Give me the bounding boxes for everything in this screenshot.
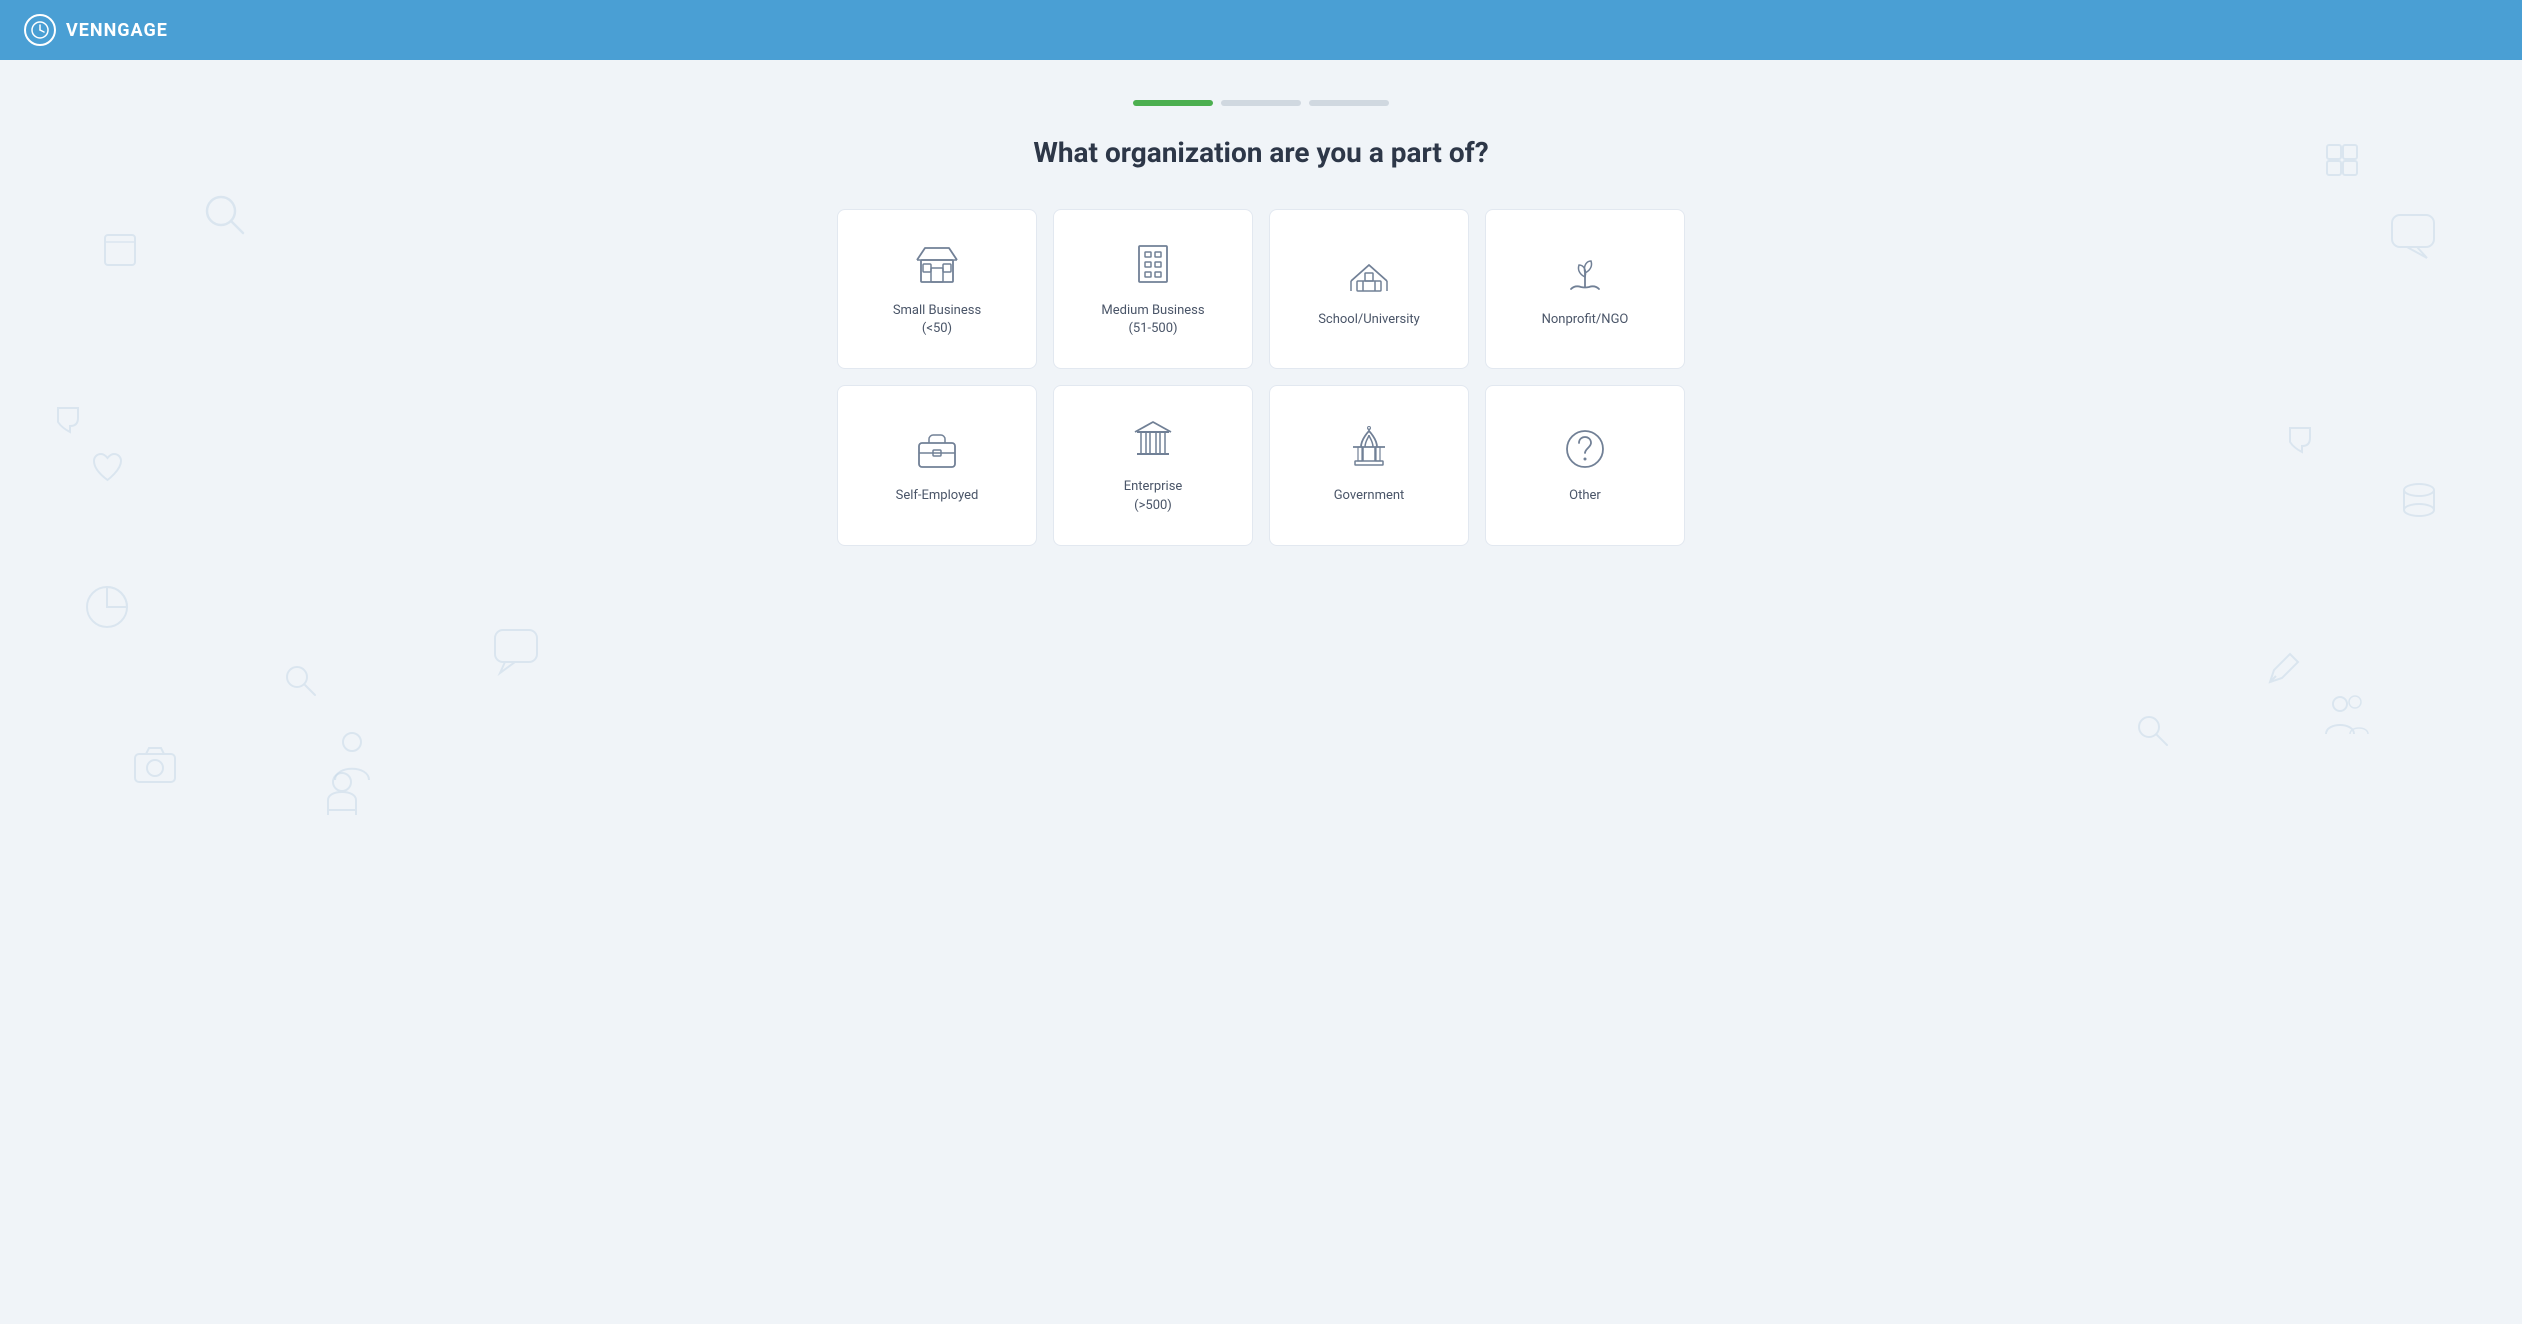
briefcase-icon <box>913 425 961 473</box>
main-content: What organization are you a part of? Sma… <box>0 60 2522 1324</box>
progress-segment-2 <box>1221 100 1301 106</box>
building-icon <box>1129 240 1177 288</box>
option-medium-business-label: Medium Business(51-500) <box>1101 302 1204 338</box>
option-small-business[interactable]: Small Business(<50) <box>837 209 1037 369</box>
option-government-label: Government <box>1334 487 1405 505</box>
option-school-university[interactable]: School/University <box>1269 209 1469 369</box>
option-enterprise[interactable]: Enterprise(>500) <box>1053 385 1253 545</box>
progress-bar <box>1133 100 1389 106</box>
option-other[interactable]: Other <box>1485 385 1685 545</box>
store-icon <box>913 240 961 288</box>
option-self-employed-label: Self-Employed <box>896 487 979 505</box>
option-small-business-label: Small Business(<50) <box>893 302 981 338</box>
app-header: VENNGAGE <box>0 0 2522 60</box>
option-enterprise-label: Enterprise(>500) <box>1124 478 1183 514</box>
logo-icon <box>24 14 56 46</box>
progress-segment-1 <box>1133 100 1213 106</box>
logo: VENNGAGE <box>24 14 168 46</box>
progress-segment-3 <box>1309 100 1389 106</box>
nonprofit-icon <box>1561 249 1609 297</box>
option-nonprofit-label: Nonprofit/NGO <box>1542 311 1629 329</box>
question-icon <box>1561 425 1609 473</box>
option-school-label: School/University <box>1318 311 1420 329</box>
option-other-label: Other <box>1569 487 1601 505</box>
page-title: What organization are you a part of? <box>1033 136 1488 169</box>
school-icon <box>1345 249 1393 297</box>
government-icon <box>1345 425 1393 473</box>
logo-text: VENNGAGE <box>66 20 168 41</box>
option-nonprofit[interactable]: Nonprofit/NGO <box>1485 209 1685 369</box>
enterprise-icon <box>1129 416 1177 464</box>
option-medium-business[interactable]: Medium Business(51-500) <box>1053 209 1253 369</box>
option-government[interactable]: Government <box>1269 385 1469 545</box>
organization-options-grid: Small Business(<50) Medium Business(51-5… <box>837 209 1685 546</box>
option-self-employed[interactable]: Self-Employed <box>837 385 1037 545</box>
